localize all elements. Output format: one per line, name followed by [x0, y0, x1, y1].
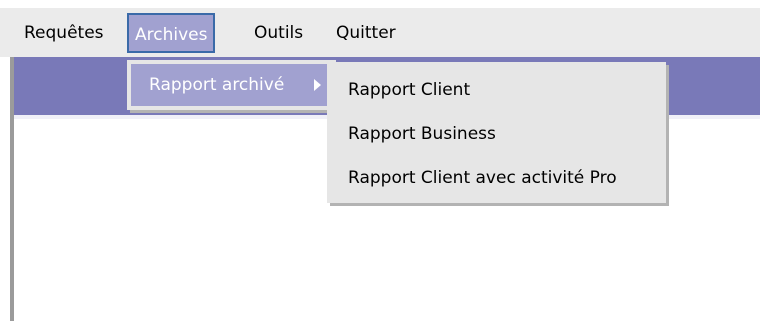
menu-item-rapport-business[interactable]: Rapport Business — [327, 112, 666, 156]
archives-dropdown: Rapport archivé — [127, 60, 336, 110]
menu-requetes[interactable]: Requêtes — [18, 13, 110, 53]
menu-item-rapport-client-activite-pro[interactable]: Rapport Client avec activité Pro — [327, 156, 666, 200]
menu-quitter[interactable]: Quitter — [330, 13, 402, 53]
menu-archives[interactable]: Archives — [127, 13, 216, 53]
menu-item-rapport-archive[interactable]: Rapport archivé — [131, 64, 332, 106]
chevron-right-icon — [314, 79, 321, 91]
menu-outils[interactable]: Outils — [248, 13, 309, 53]
menu-item-label: Rapport archivé — [149, 75, 285, 95]
menu-item-rapport-client[interactable]: Rapport Client — [327, 68, 666, 112]
rapport-submenu: Rapport Client Rapport Business Rapport … — [327, 62, 666, 203]
menubar-top-strip — [0, 0, 760, 8]
menu-bar: Requêtes Archives Outils Quitter — [0, 0, 760, 57]
